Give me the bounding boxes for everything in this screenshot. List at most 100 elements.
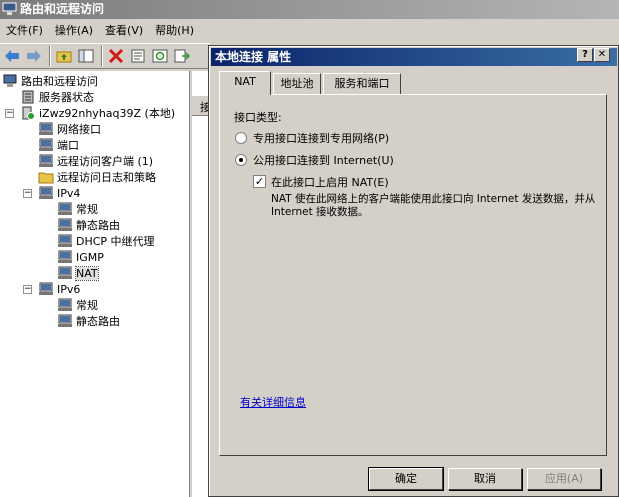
refresh-button[interactable]	[150, 46, 170, 66]
close-button[interactable]: ✕	[594, 48, 610, 62]
tree-item-logging-policy[interactable]: 远程访问日志和策略	[38, 169, 156, 185]
tree-item-ipv4-dhcp-relay[interactable]: DHCP 中继代理	[57, 233, 155, 249]
apply-button[interactable]: 应用(A)	[527, 468, 601, 490]
static-routes-icon	[58, 218, 72, 231]
delete-x-icon	[108, 49, 124, 63]
help-question-icon: ?	[582, 49, 588, 60]
tree-item-ports[interactable]: 端口	[38, 137, 79, 153]
general-icon	[58, 298, 72, 311]
tab-nat[interactable]: NAT	[219, 71, 271, 95]
properties-icon	[131, 49, 145, 63]
menu-bar: 文件(F) 操作(A) 查看(V) 帮助(H)	[0, 21, 619, 41]
network-interface-icon	[39, 122, 53, 135]
server-green-icon	[22, 106, 35, 120]
back-arrow-icon	[5, 50, 19, 62]
toolbar-separator	[101, 46, 103, 66]
static-routes-icon	[58, 314, 72, 327]
private-interface-label[interactable]: 专用接口连接到专用网络(P)	[253, 130, 389, 146]
ports-icon	[39, 138, 53, 151]
tree-item-label: 常规	[76, 203, 98, 216]
private-interface-radio[interactable]	[235, 132, 247, 144]
tree-item-ipv4-igmp[interactable]: IGMP	[57, 249, 104, 265]
enable-nat-label[interactable]: 在此接口上启用 NAT(E)	[271, 174, 389, 190]
igmp-icon	[58, 250, 72, 263]
dialog-title: 本地连接 属性	[215, 50, 292, 64]
nat-icon	[58, 266, 72, 279]
tree-item-ipv6-general[interactable]: 常规	[57, 297, 98, 313]
tree-item-label: IPv4	[57, 186, 81, 200]
checkmark-icon: ✓	[254, 175, 265, 188]
properties-dialog: 本地连接 属性 ? ✕ NAT 地址池 服务和端口 接口类型: 专用接口连接到专…	[208, 45, 619, 497]
menu-help[interactable]: 帮助(H)	[149, 22, 200, 40]
cancel-button[interactable]: 取消	[448, 468, 522, 490]
tree-item-ipv6[interactable]: IPv6	[38, 281, 80, 297]
toolbar-separator	[49, 46, 51, 66]
public-interface-radio[interactable]	[235, 154, 247, 166]
tree-item-label: IGMP	[76, 250, 104, 264]
toolbar	[0, 43, 210, 69]
tree-item-label: DHCP 中继代理	[76, 235, 155, 248]
menu-action[interactable]: 操作(A)	[49, 22, 99, 40]
forward-arrow-icon	[27, 50, 41, 62]
console-tree: 路由和远程访问 服务器状态 − iZwz92nhyhaq39Z (本地) 网络接…	[0, 71, 190, 497]
tab-address-pool[interactable]: 地址池	[273, 73, 321, 95]
tree-item-label: IPv6	[57, 282, 81, 296]
delete-button[interactable]	[106, 46, 126, 66]
public-interface-label[interactable]: 公用接口连接到 Internet(U)	[253, 152, 394, 168]
close-icon: ✕	[597, 49, 607, 60]
ok-button[interactable]: 确定	[368, 467, 444, 491]
tree-item-label: iZwz92nhyhaq39Z (本地)	[39, 107, 176, 120]
server-expander[interactable]: −	[5, 109, 14, 118]
show-hide-tree-button[interactable]	[76, 46, 96, 66]
tree-item-ipv4-general[interactable]: 常规	[57, 201, 98, 217]
nat-description: NAT 使在此网络上的客户端能使用此接口向 Internet 发送数据，并从 I…	[271, 193, 596, 218]
interface-type-label: 接口类型:	[234, 111, 282, 124]
tree-item-label: 远程访问日志和策略	[57, 171, 156, 184]
computer-icon	[3, 74, 17, 87]
tree-item-label: 网络接口	[57, 123, 101, 136]
tree-item-label: 常规	[76, 299, 98, 312]
export-list-button[interactable]	[172, 46, 192, 66]
general-icon	[58, 202, 72, 215]
ipv4-icon	[39, 186, 53, 199]
refresh-icon	[152, 49, 168, 63]
folder-up-icon	[56, 51, 72, 63]
menu-file[interactable]: 文件(F)	[0, 22, 49, 40]
help-button[interactable]: ?	[577, 48, 593, 62]
menu-view[interactable]: 查看(V)	[99, 22, 149, 40]
properties-button[interactable]	[128, 46, 148, 66]
more-info-link[interactable]: 有关详细信息	[240, 394, 306, 410]
folder-icon	[38, 172, 54, 184]
ipv6-expander[interactable]: −	[23, 285, 32, 294]
tree-item-ipv4[interactable]: IPv4	[38, 185, 80, 201]
forward-button[interactable]	[24, 46, 44, 66]
server-status-icon	[22, 90, 34, 104]
ipv6-icon	[39, 282, 53, 295]
dialog-title-bar: 本地连接 属性	[211, 48, 617, 66]
nat-tab-panel: 接口类型: 专用接口连接到专用网络(P) 公用接口连接到 Internet(U)…	[219, 94, 607, 456]
tree-item-server-status[interactable]: 服务器状态	[20, 89, 94, 105]
tree-item-remote-clients[interactable]: 远程访问客户端 (1)	[38, 153, 153, 169]
tree-item-ipv4-nat[interactable]: NAT	[57, 265, 99, 281]
tab-services-ports[interactable]: 服务和端口	[323, 73, 401, 95]
back-button[interactable]	[2, 46, 22, 66]
console-tree-icon	[78, 49, 94, 63]
export-icon	[174, 49, 190, 63]
tree-root[interactable]: 路由和远程访问	[2, 73, 98, 89]
dhcp-relay-icon	[58, 234, 72, 247]
tree-item-label: 静态路由	[76, 219, 120, 232]
main-title-text: 路由和远程访问	[20, 2, 105, 16]
up-level-button[interactable]	[54, 46, 74, 66]
enable-nat-checkbox[interactable]: ✓	[253, 175, 266, 188]
tree-root-label: 路由和远程访问	[21, 75, 98, 88]
tree-item-ipv6-static-routes[interactable]: 静态路由	[57, 313, 120, 329]
tree-item-server[interactable]: iZwz92nhyhaq39Z (本地)	[20, 105, 175, 121]
tree-item-label: 端口	[57, 139, 79, 152]
tree-item-label: 服务器状态	[39, 91, 94, 104]
tree-item-network-interfaces[interactable]: 网络接口	[38, 121, 101, 137]
main-title-bar: 路由和远程访问	[0, 0, 619, 19]
tree-item-label: 远程访问客户端 (1)	[57, 155, 154, 168]
routing-app-icon	[2, 2, 17, 15]
tree-item-ipv4-static-routes[interactable]: 静态路由	[57, 217, 120, 233]
ipv4-expander[interactable]: −	[23, 189, 32, 198]
